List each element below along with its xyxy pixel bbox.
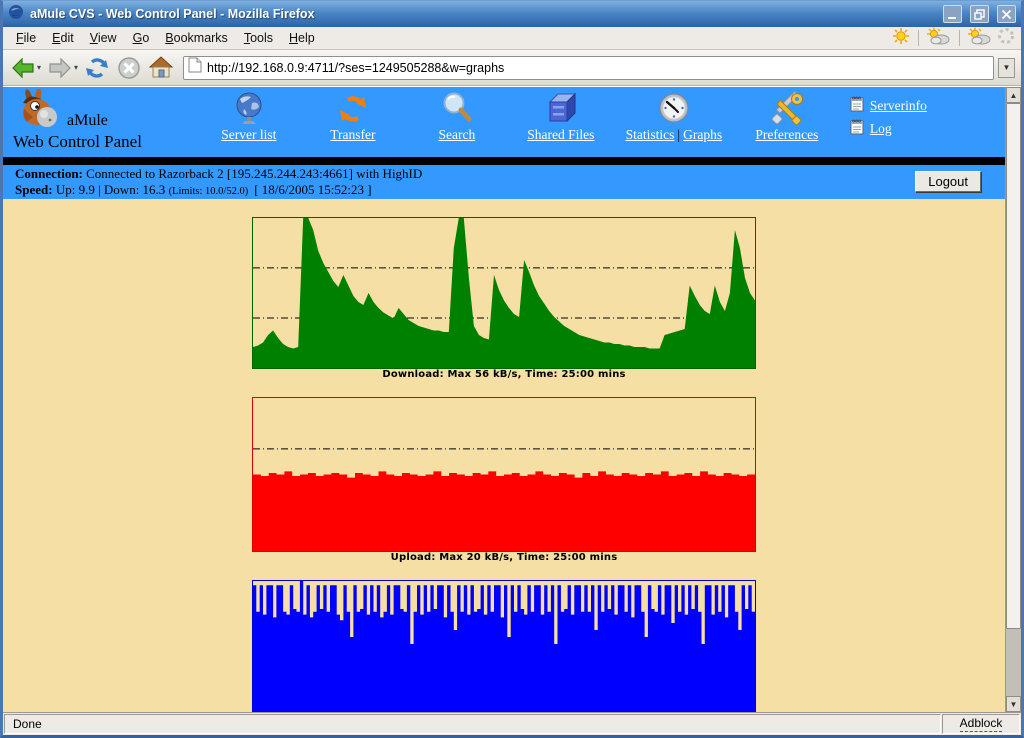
- weather-sun-cloud-icon-2[interactable]: [967, 27, 993, 50]
- notepad-icon: [849, 95, 865, 116]
- clock-icon: [657, 91, 691, 127]
- nav-statistics-graphs-labels: Statistics|Graphs: [626, 127, 722, 143]
- speed-limits: (Limits: 10.0/52.0): [169, 186, 249, 197]
- throbber-icon: [997, 27, 1015, 50]
- navigation-toolbar: ▾ ▾ http://192.168.0.9:4711/?ses=1249505…: [3, 50, 1021, 86]
- nav-transfer-label[interactable]: Transfer: [330, 127, 375, 143]
- url-bar[interactable]: http://192.168.0.9:4711/?ses=1249505288&…: [183, 56, 994, 80]
- close-button[interactable]: [997, 5, 1016, 23]
- restore-button[interactable]: [970, 5, 989, 23]
- menu-bookmarks[interactable]: Bookmarks: [158, 28, 235, 48]
- globe-icon: [232, 91, 266, 127]
- nav-separator: |: [677, 127, 680, 142]
- upload-graph: [252, 397, 756, 552]
- nav-search[interactable]: Search: [405, 91, 509, 157]
- logout-button[interactable]: Logout: [915, 171, 981, 192]
- side-links: Serverinfo Log: [849, 87, 1005, 157]
- page-icon: [188, 57, 202, 78]
- vertical-scrollbar[interactable]: ▲ ▼: [1005, 87, 1021, 712]
- nav-server-list-label[interactable]: Server list: [221, 127, 276, 143]
- nav-preferences[interactable]: Preferences: [735, 91, 839, 157]
- drawer-icon: [544, 91, 578, 127]
- back-button[interactable]: ▾: [9, 54, 42, 82]
- forward-button[interactable]: ▾: [46, 54, 79, 82]
- weather-sun-icon[interactable]: [891, 27, 911, 50]
- statusbar: Done Adblock: [3, 712, 1021, 735]
- page-content: aMule Web Control Panel Server list: [3, 87, 1005, 712]
- forward-dropdown-icon[interactable]: ▾: [74, 63, 78, 72]
- notepad-icon: [849, 118, 865, 139]
- nav-graphs-link[interactable]: Graphs: [683, 127, 722, 142]
- speed-values: Up: 9.9 | Down: 16.3: [56, 182, 166, 197]
- separator: [918, 30, 919, 46]
- site-header: aMule Web Control Panel Server list: [3, 87, 1005, 157]
- menu-go[interactable]: Go: [126, 28, 157, 48]
- connection-label: Connection:: [15, 166, 83, 181]
- magnifier-icon: [440, 91, 474, 127]
- home-button[interactable]: [147, 54, 175, 82]
- serverinfo-link[interactable]: Serverinfo: [870, 98, 927, 114]
- speed-label: Speed:: [15, 182, 53, 197]
- separator: [959, 30, 960, 46]
- log-link-row[interactable]: Log: [849, 118, 1005, 139]
- reload-button[interactable]: [83, 54, 111, 82]
- url-history-dropdown[interactable]: ▼: [998, 58, 1015, 78]
- menu-edit[interactable]: Edit: [45, 28, 81, 48]
- firefox-app-icon: [8, 4, 24, 25]
- browser-viewport: aMule Web Control Panel Server list: [3, 86, 1021, 712]
- menu-view[interactable]: View: [83, 28, 124, 48]
- site-logo: aMule Web Control Panel: [3, 87, 193, 157]
- scrollbar-track[interactable]: [1006, 629, 1021, 696]
- back-dropdown-icon[interactable]: ▾: [37, 63, 41, 72]
- scroll-down-icon[interactable]: ▼: [1006, 696, 1021, 712]
- nav-server-list[interactable]: Server list: [197, 91, 301, 157]
- url-input[interactable]: http://192.168.0.9:4711/?ses=1249505288&…: [207, 61, 989, 75]
- serverinfo-link-row[interactable]: Serverinfo: [849, 95, 1005, 116]
- nav-shared-files[interactable]: Shared Files: [509, 91, 613, 157]
- graphs-area: Download: Max 56 kB/s, Time: 25:00 mins …: [3, 199, 1005, 712]
- scroll-up-icon[interactable]: ▲: [1006, 87, 1021, 103]
- menu-file[interactable]: File: [9, 28, 43, 48]
- site-nav: Server list Transfer Search: [193, 87, 849, 157]
- log-link[interactable]: Log: [870, 121, 892, 137]
- nav-statistics-link[interactable]: Statistics: [626, 127, 675, 142]
- nav-transfer[interactable]: Transfer: [301, 91, 405, 157]
- nav-search-label[interactable]: Search: [438, 127, 475, 143]
- download-graph-label: Download: Max 56 kB/s, Time: 25:00 mins: [252, 369, 756, 381]
- header-divider: [3, 157, 1005, 165]
- transfer-arrows-icon: [336, 91, 370, 127]
- connection-bar: Connection: Connected to Razorback 2 [19…: [3, 165, 1005, 199]
- download-graph: [252, 217, 756, 369]
- menu-tools[interactable]: Tools: [237, 28, 280, 48]
- minimize-button[interactable]: [943, 5, 962, 23]
- connections-graph: [252, 580, 756, 712]
- status-text: Done: [13, 717, 42, 731]
- titlebar[interactable]: aMule CVS - Web Control Panel - Mozilla …: [3, 1, 1021, 27]
- stop-button[interactable]: [115, 54, 143, 82]
- upload-graph-label: Upload: Max 20 kB/s, Time: 25:00 mins: [252, 552, 756, 564]
- datetime: [ 18/6/2005 15:52:23 ]: [254, 182, 371, 197]
- weather-sun-cloud-icon[interactable]: [926, 27, 952, 50]
- menu-help[interactable]: Help: [282, 28, 322, 48]
- adblock-status[interactable]: Adblock: [960, 716, 1003, 732]
- menubar: File Edit View Go Bookmarks Tools Help: [3, 27, 1021, 50]
- window-title: aMule CVS - Web Control Panel - Mozilla …: [30, 7, 935, 21]
- site-subtitle: Web Control Panel: [13, 132, 193, 152]
- nav-preferences-label[interactable]: Preferences: [755, 127, 818, 143]
- connection-status: Connected to Razorback 2 [195.245.244.24…: [86, 166, 422, 181]
- nav-statistics-graphs[interactable]: Statistics|Graphs: [613, 91, 735, 157]
- firefox-window: aMule CVS - Web Control Panel - Mozilla …: [0, 0, 1024, 738]
- amule-donkey-icon: [13, 89, 65, 136]
- scrollbar-thumb[interactable]: [1006, 103, 1021, 629]
- nav-shared-files-label[interactable]: Shared Files: [527, 127, 594, 143]
- tools-icon: [769, 91, 805, 127]
